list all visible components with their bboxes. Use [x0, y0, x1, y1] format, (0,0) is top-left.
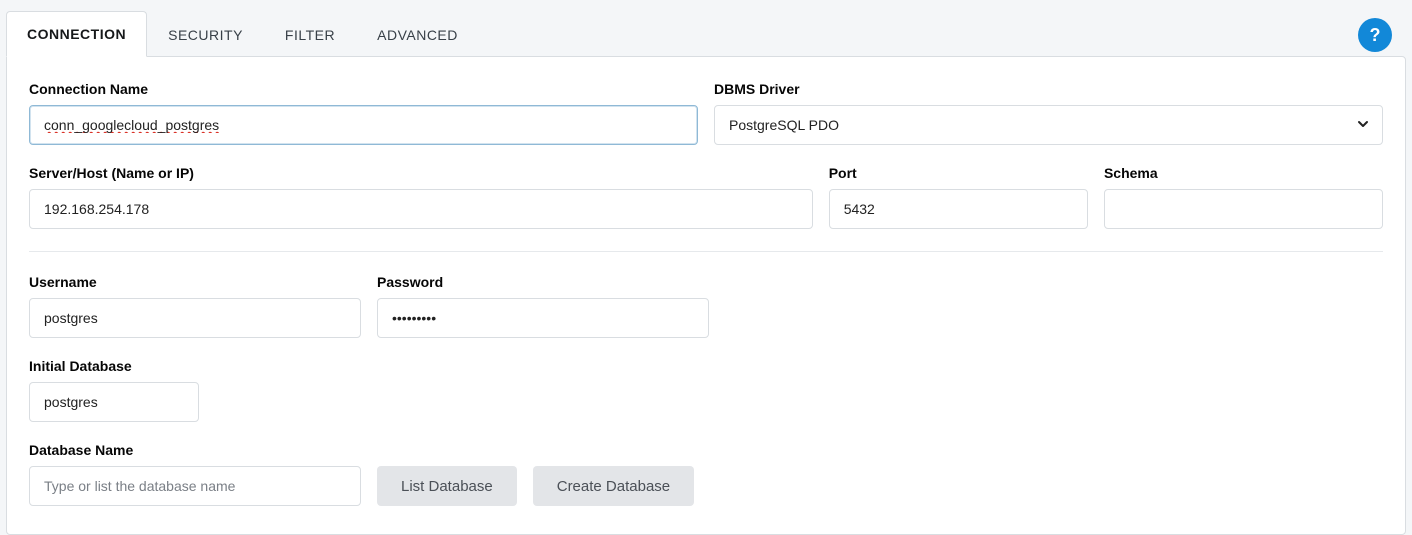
password-label: Password [377, 274, 709, 290]
initial-database-field: Initial Database [29, 358, 199, 422]
port-label: Port [829, 165, 1088, 181]
schema-field: Schema [1104, 165, 1383, 229]
database-name-input[interactable] [29, 466, 361, 506]
tab-security[interactable]: SECURITY [147, 12, 264, 57]
database-name-field: Database Name [29, 442, 361, 506]
server-host-input[interactable] [29, 189, 813, 229]
dbms-driver-field: DBMS Driver PostgreSQL PDO [714, 81, 1383, 145]
initial-database-label: Initial Database [29, 358, 199, 374]
username-field: Username [29, 274, 361, 338]
dbms-driver-label: DBMS Driver [714, 81, 1383, 97]
connection-name-field: Connection Name [29, 81, 698, 145]
create-database-button[interactable]: Create Database [533, 466, 694, 506]
password-input[interactable] [377, 298, 709, 338]
initial-database-input[interactable] [29, 382, 199, 422]
server-host-label: Server/Host (Name or IP) [29, 165, 813, 181]
section-divider [29, 251, 1383, 252]
username-label: Username [29, 274, 361, 290]
schema-label: Schema [1104, 165, 1383, 181]
list-database-button[interactable]: List Database [377, 466, 517, 506]
connection-config-page: ? CONNECTION SECURITY FILTER ADVANCED Co… [0, 0, 1412, 527]
port-input[interactable] [829, 189, 1088, 229]
database-name-label: Database Name [29, 442, 361, 458]
username-input[interactable] [29, 298, 361, 338]
dbms-driver-select[interactable]: PostgreSQL PDO [714, 105, 1383, 145]
connection-panel: Connection Name DBMS Driver PostgreSQL P… [6, 56, 1406, 535]
tab-connection[interactable]: CONNECTION [6, 11, 147, 57]
password-field: Password [377, 274, 709, 338]
tab-advanced[interactable]: ADVANCED [356, 12, 479, 57]
connection-name-label: Connection Name [29, 81, 698, 97]
tab-filter[interactable]: FILTER [264, 12, 356, 57]
schema-input[interactable] [1104, 189, 1383, 229]
server-host-field: Server/Host (Name or IP) [29, 165, 813, 229]
port-field: Port [829, 165, 1088, 229]
connection-name-input[interactable] [29, 105, 698, 145]
tabstrip: CONNECTION SECURITY FILTER ADVANCED [6, 10, 1406, 56]
